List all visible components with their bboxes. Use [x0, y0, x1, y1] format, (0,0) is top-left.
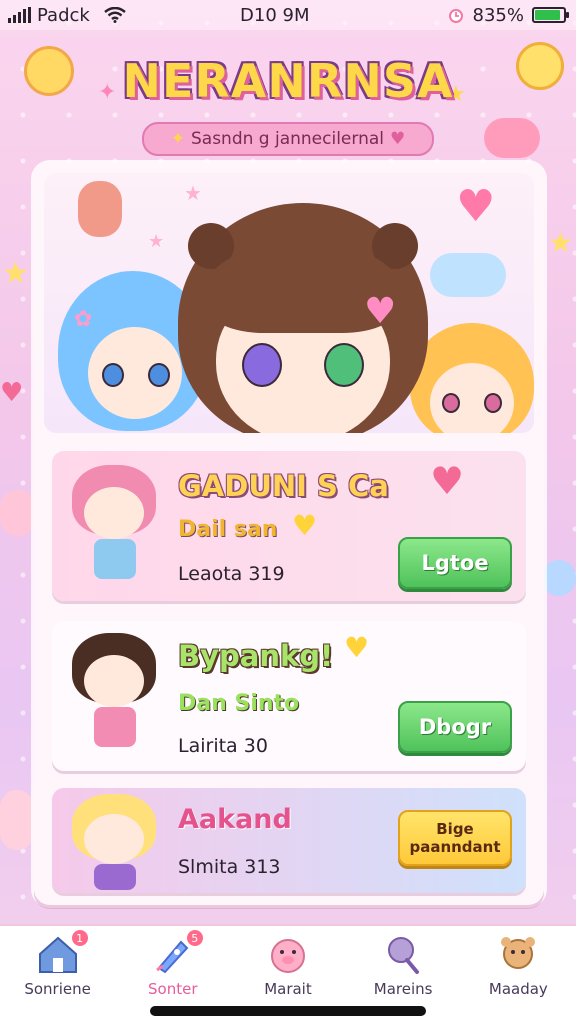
star-icon: ★ [2, 256, 29, 291]
cloud-icon [484, 118, 540, 158]
game-title: GADUNI S Ca [178, 469, 389, 503]
face-mascot-icon [0, 790, 34, 850]
play-button[interactable]: Lgtoe [398, 537, 512, 589]
brown-hair-character: ♥ [178, 183, 428, 433]
game-title: Bypankg! [178, 639, 334, 673]
pig-icon [270, 939, 305, 973]
cloud-icon [430, 253, 506, 297]
game-title: Aakand [178, 804, 292, 835]
status-left: Padck [8, 5, 126, 26]
face-mascot-icon [0, 490, 36, 536]
wifi-icon [104, 7, 126, 23]
status-bar: Padck D10 9M 835% [0, 0, 576, 30]
game-meta: Leaota 319 [178, 563, 285, 585]
star-icon: ★ [548, 226, 574, 259]
nav-label: Maaday [488, 980, 548, 998]
subtitle-text: Sasndn g jannecilernal [190, 129, 384, 149]
subtitle-ribbon: ✦ Sasndn g jannecilernal ♥ [142, 122, 434, 156]
game-card[interactable]: GADUNI S Ca Dail san ♥ Leaota 319 ♥ Lgto… [52, 451, 526, 601]
button-line: Bige [436, 820, 474, 838]
game-avatar [68, 794, 160, 890]
battery-icon [532, 7, 569, 23]
game-subtitle: Dan Sinto [178, 691, 300, 716]
heart-icon: ♥ [390, 129, 406, 149]
carrier-name: Padck [37, 4, 90, 26]
game-avatar [68, 633, 160, 751]
play-button[interactable]: Bige paanndant [398, 810, 512, 866]
game-meta: Lairita 30 [178, 735, 268, 757]
game-avatar [68, 465, 160, 583]
nav-label: Marait [264, 980, 312, 998]
nav-item-maaday[interactable]: Maaday [468, 934, 568, 1024]
battery-percent: 835% [472, 4, 524, 26]
bear-icon [501, 937, 536, 969]
heart-hairclip-icon: ♥ [364, 291, 397, 332]
game-meta: Slmita 313 [178, 856, 281, 878]
nav-label: Sonriene [24, 980, 91, 998]
orange-hair-character [410, 323, 534, 433]
notification-badge: 1 [71, 930, 88, 946]
alarm-icon [448, 9, 463, 23]
app-title: NERANRNSA [122, 54, 454, 108]
nav-item-home[interactable]: 1 Sonriene [8, 930, 108, 1024]
nav-label: Sonter [148, 980, 198, 998]
home-indicator[interactable] [150, 1006, 426, 1016]
main-card: ★ ★ ♥ ✿ ♥ GADUNI S Ca Dail san ♥ Leaota … [34, 163, 544, 905]
small-chibi-icon [78, 181, 122, 237]
heart-icon: ♥ [344, 631, 370, 664]
button-line: paanndant [409, 838, 501, 856]
hero-illustration: ★ ★ ♥ ✿ ♥ [44, 173, 534, 433]
heart-icon: ♥ [292, 509, 318, 542]
signal-icon [8, 7, 31, 23]
favorite-heart-icon[interactable]: ♥ [430, 459, 464, 503]
sparkle-icon: ✦ [170, 129, 185, 149]
clock: D10 9M [240, 4, 310, 26]
nav-label: Mareins [373, 980, 433, 998]
play-button[interactable]: Dbogr [398, 701, 512, 753]
star-icon: ★ [148, 231, 165, 252]
notification-badge: 5 [186, 930, 203, 946]
status-right: 835% [447, 4, 569, 26]
heart-balloon-icon: ♥ [456, 181, 496, 232]
game-card[interactable]: Aakand Slmita 313 Bige paanndant [52, 788, 526, 893]
game-subtitle: Dail san [178, 517, 278, 542]
heart-icon: ♥ [0, 378, 24, 408]
cloud-icon [542, 560, 576, 596]
character-icon [388, 937, 420, 974]
game-card[interactable]: Bypankg! ♥ Dan Sinto Lairita 30 Dbogr [52, 621, 526, 771]
